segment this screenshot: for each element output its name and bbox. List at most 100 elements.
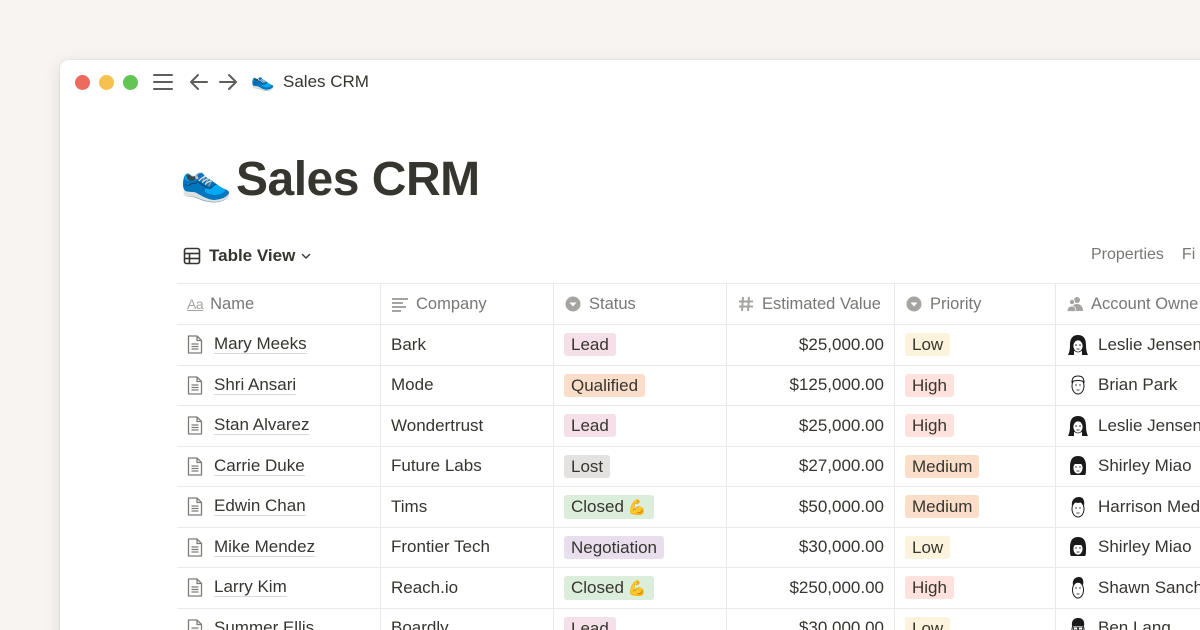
status-cell[interactable]: Lead	[553, 406, 726, 446]
estimated-value-cell[interactable]: $30,000.00	[726, 528, 894, 568]
status-cell[interactable]: Lead	[553, 325, 726, 365]
avatar-female-bob	[1066, 454, 1090, 478]
priority-cell[interactable]: Low	[894, 609, 1055, 630]
avatar-female-long-hair	[1066, 333, 1090, 357]
name-cell[interactable]: Shri Ansari	[177, 366, 380, 406]
company-cell[interactable]: Boardly	[380, 609, 553, 630]
back-arrow-icon[interactable]	[188, 70, 210, 94]
estimated-value-cell[interactable]: $125,000.00	[726, 366, 894, 406]
hash-icon	[737, 295, 755, 313]
priority-badge: Medium	[905, 455, 979, 478]
company-cell[interactable]: Future Labs	[380, 447, 553, 487]
company-cell[interactable]: Mode	[380, 366, 553, 406]
status-cell[interactable]: Closed💪	[553, 568, 726, 608]
company-text: Wondertrust	[391, 416, 483, 436]
page-icon[interactable]: 👟	[180, 152, 232, 208]
name-cell[interactable]: Mary Meeks	[177, 325, 380, 365]
column-header-priority[interactable]: Priority	[894, 284, 1055, 324]
status-cell[interactable]: Lead	[553, 609, 726, 630]
avatar-female-long-hair	[1066, 414, 1090, 438]
forward-arrow-icon[interactable]	[217, 70, 239, 94]
page-title[interactable]: Sales CRM	[236, 150, 480, 210]
record-name-link[interactable]: Shri Ansari	[214, 376, 296, 395]
record-name-link[interactable]: Larry Kim	[214, 578, 287, 597]
status-cell[interactable]: Lost	[553, 447, 726, 487]
priority-cell[interactable]: High	[894, 568, 1055, 608]
column-header-company[interactable]: Company	[380, 284, 553, 324]
name-cell[interactable]: Edwin Chan	[177, 487, 380, 527]
table-row[interactable]: Larry Kim Reach.io Closed💪 $250,000.00 H…	[177, 567, 1200, 608]
status-cell[interactable]: Closed💪	[553, 487, 726, 527]
table-row[interactable]: Mary Meeks Bark Lead $25,000.00 Low Lesl…	[177, 324, 1200, 365]
owner-cell[interactable]: Ben Lang	[1055, 609, 1200, 630]
status-cell[interactable]: Negotiation	[553, 528, 726, 568]
name-cell[interactable]: Carrie Duke	[177, 447, 380, 487]
company-cell[interactable]: Tims	[380, 487, 553, 527]
company-cell[interactable]: Reach.io	[380, 568, 553, 608]
close-window-button[interactable]	[75, 75, 90, 90]
record-name-link[interactable]: Edwin Chan	[214, 497, 306, 516]
owner-cell[interactable]: Leslie Jensen	[1055, 325, 1200, 365]
table-row[interactable]: Edwin Chan Tims Closed💪 $50,000.00 Mediu…	[177, 486, 1200, 527]
company-cell[interactable]: Wondertrust	[380, 406, 553, 446]
filter-button[interactable]: Fi	[1182, 246, 1195, 263]
minimize-window-button[interactable]	[99, 75, 114, 90]
record-name-link[interactable]: Mike Mendez	[214, 538, 315, 557]
priority-cell[interactable]: High	[894, 406, 1055, 446]
status-cell[interactable]: Qualified	[553, 366, 726, 406]
company-cell[interactable]: Bark	[380, 325, 553, 365]
column-header-status[interactable]: Status	[553, 284, 726, 324]
name-cell[interactable]: Summer Ellis	[177, 609, 380, 630]
view-switcher[interactable]: Table View	[183, 245, 311, 267]
record-name-link[interactable]: Stan Alvarez	[214, 416, 309, 435]
owner-name: Harrison Medo	[1098, 497, 1200, 517]
zoom-window-button[interactable]	[123, 75, 138, 90]
column-header-estimated-value[interactable]: Estimated Value	[726, 284, 894, 324]
table-row[interactable]: Carrie Duke Future Labs Lost $27,000.00 …	[177, 446, 1200, 487]
properties-button[interactable]: Properties	[1091, 246, 1164, 263]
estimated-value-cell[interactable]: $25,000.00	[726, 406, 894, 446]
owner-name: Shirley Miao	[1098, 537, 1192, 557]
status-badge: Negotiation	[564, 536, 664, 559]
priority-cell[interactable]: Low	[894, 325, 1055, 365]
name-cell[interactable]: Larry Kim	[177, 568, 380, 608]
status-badge: Closed💪	[564, 495, 654, 519]
table-row[interactable]: Shri Ansari Mode Qualified $125,000.00 H…	[177, 365, 1200, 406]
record-name-link[interactable]: Carrie Duke	[214, 457, 305, 476]
table-row[interactable]: Mike Mendez Frontier Tech Negotiation $3…	[177, 527, 1200, 568]
value-text: $50,000.00	[799, 497, 884, 517]
owner-cell[interactable]: Harrison Medo	[1055, 487, 1200, 527]
name-cell[interactable]: Mike Mendez	[177, 528, 380, 568]
document-icon	[187, 619, 203, 630]
avatar-male-short-hair	[1066, 373, 1090, 397]
select-icon	[905, 295, 923, 313]
priority-cell[interactable]: High	[894, 366, 1055, 406]
priority-cell[interactable]: Low	[894, 528, 1055, 568]
owner-cell[interactable]: Leslie Jensen	[1055, 406, 1200, 446]
record-name-link[interactable]: Summer Ellis	[214, 619, 314, 630]
company-cell[interactable]: Frontier Tech	[380, 528, 553, 568]
owner-cell[interactable]: Shirley Miao	[1055, 528, 1200, 568]
name-cell[interactable]: Stan Alvarez	[177, 406, 380, 446]
owner-cell[interactable]: Shawn Sanche	[1055, 568, 1200, 608]
window-title[interactable]: Sales CRM	[283, 72, 369, 92]
record-name-link[interactable]: Mary Meeks	[214, 335, 307, 354]
menu-icon[interactable]	[153, 74, 173, 90]
estimated-value-cell[interactable]: $27,000.00	[726, 447, 894, 487]
sneaker-icon: 👟	[251, 70, 275, 94]
value-text: $27,000.00	[799, 456, 884, 476]
table-row[interactable]: Summer Ellis Boardly Lead $30,000.00 Low…	[177, 608, 1200, 630]
estimated-value-cell[interactable]: $30,000.00	[726, 609, 894, 630]
owner-cell[interactable]: Shirley Miao	[1055, 447, 1200, 487]
priority-cell[interactable]: Medium	[894, 487, 1055, 527]
column-header-account-owner[interactable]: Account Owne	[1055, 284, 1200, 324]
estimated-value-cell[interactable]: $25,000.00	[726, 325, 894, 365]
company-text: Bark	[391, 335, 426, 355]
estimated-value-cell[interactable]: $250,000.00	[726, 568, 894, 608]
table-row[interactable]: Stan Alvarez Wondertrust Lead $25,000.00…	[177, 405, 1200, 446]
priority-cell[interactable]: Medium	[894, 447, 1055, 487]
estimated-value-cell[interactable]: $50,000.00	[726, 487, 894, 527]
owner-name: Shawn Sanche	[1098, 578, 1200, 598]
column-header-name[interactable]: Aa Name	[177, 284, 380, 324]
owner-cell[interactable]: Brian Park	[1055, 366, 1200, 406]
